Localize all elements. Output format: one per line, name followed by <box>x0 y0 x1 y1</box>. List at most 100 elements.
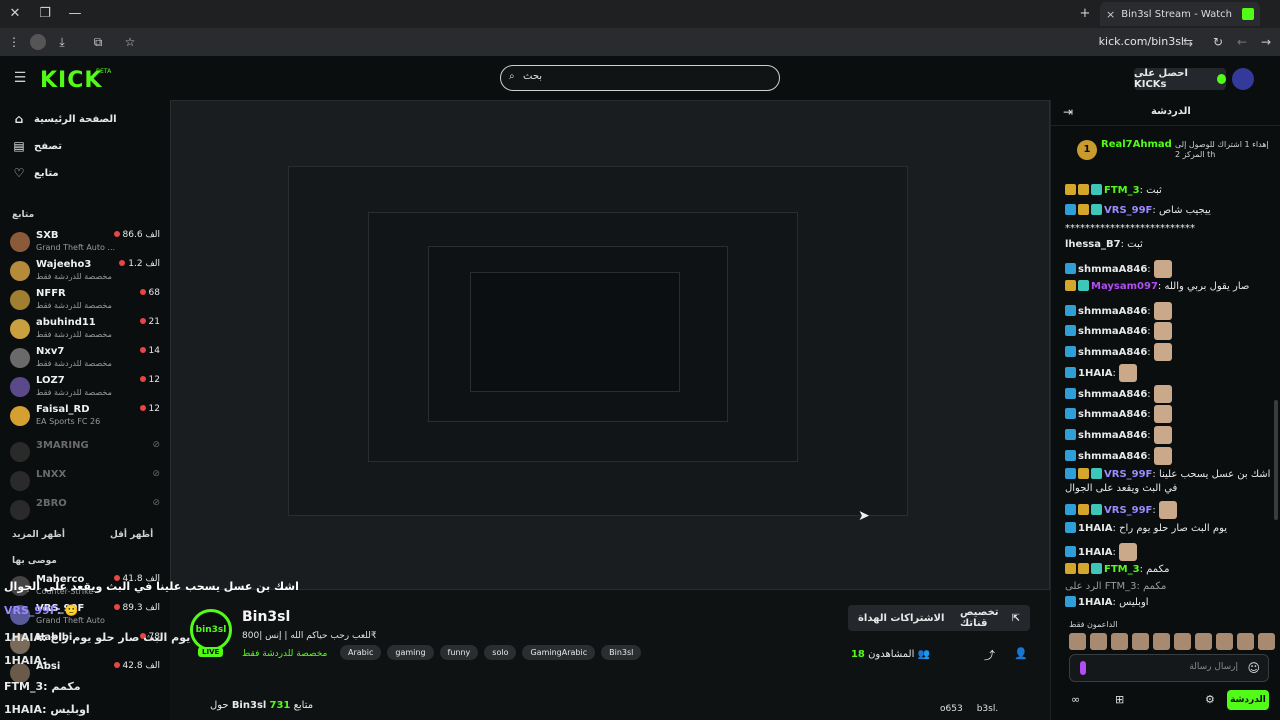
sidebar-channel-loz7[interactable]: LOZ7 مخصصة للدردشة فقط 12 <box>10 375 162 401</box>
close-window-icon[interactable]: ✕ <box>6 5 24 23</box>
tag-chip[interactable]: GamingArabic <box>522 645 596 660</box>
tag-chip[interactable]: Bin3sl <box>601 645 642 660</box>
extensions-icon[interactable]: ⧉ <box>90 34 106 50</box>
supporter-avatar[interactable] <box>1237 633 1254 650</box>
emote-image <box>1119 364 1138 382</box>
supporter-avatar[interactable] <box>1174 633 1191 650</box>
chat-username[interactable]: shmmaA846 <box>1078 264 1147 275</box>
chat-colon: : <box>1147 264 1154 275</box>
channel-category: Grand Theft Auto <box>36 616 105 625</box>
sidebar-channel-abuhind11[interactable]: abuhind11 مخصصة للدردشة فقط 21 <box>10 317 162 343</box>
emoji-icon[interactable]: ☺ <box>1247 661 1260 675</box>
channel-category: Grand Theft Auto ... <box>36 243 116 252</box>
chat-username[interactable]: shmmaA846 <box>1078 347 1147 358</box>
chat-username[interactable]: shmmaA846 <box>1078 430 1147 441</box>
chat-username[interactable]: VRS_99F <box>1104 505 1152 516</box>
back-icon[interactable]: → <box>1258 34 1274 50</box>
url-bar[interactable]: kick.com/bin3sl <box>1099 35 1184 48</box>
new-tab-button[interactable]: + <box>1076 5 1094 23</box>
gear-icon[interactable]: ⚙ <box>1205 693 1215 706</box>
tag-chip[interactable]: solo <box>484 645 517 660</box>
sidebar-channel-3maring[interactable]: 3MARING ⊘ <box>10 440 162 466</box>
sidebar-channel-nxv7[interactable]: Nxv7 مخصصة للدردشة فقط 14 <box>10 346 162 372</box>
chat-input[interactable]: إرسال رسالة ☺ <box>1069 654 1269 682</box>
show-more-button[interactable]: أظهر المزيد <box>12 530 65 540</box>
user-avatar[interactable] <box>1232 68 1254 90</box>
nav-home[interactable]: ⌂ الصفحة الرئيسية <box>12 112 117 126</box>
share-icon[interactable]: ⤴ <box>984 647 995 663</box>
tag-chip[interactable]: funny <box>439 645 479 660</box>
tab-close-icon[interactable]: × <box>1106 8 1115 21</box>
supporter-avatar[interactable] <box>1111 633 1128 650</box>
hamburger-menu-icon[interactable]: ☰ <box>12 70 28 86</box>
stream-player-area[interactable]: ➤ bin3sl LIVE Bin3sl للعب رحب حياكم الله… <box>170 100 1050 720</box>
sidebar-channel-lnxx[interactable]: LNXX ⊘ <box>10 469 162 495</box>
supporter-avatar[interactable] <box>1195 633 1212 650</box>
chat-badge-icon <box>1091 184 1102 195</box>
chat-username[interactable]: FTM_3 <box>1104 185 1140 196</box>
voice-icon[interactable] <box>1080 661 1086 675</box>
browser-tab[interactable]: × Bin3sl Stream - Watch Live on K <box>1100 2 1260 26</box>
sidebar-channel-faisal-rd[interactable]: Faisal_RD EA Sports FC 26 12 <box>10 404 162 430</box>
chat-badge-icon <box>1065 346 1076 357</box>
chat-username[interactable]: Maysam097 <box>1091 281 1158 292</box>
nav-following[interactable]: ♡ متابع <box>12 166 59 180</box>
gift-shop-icon[interactable]: ⊞ <box>1115 693 1124 706</box>
chat-username[interactable]: shmmaA846 <box>1078 306 1147 317</box>
follow-user-icon[interactable]: 👤 <box>1014 647 1028 660</box>
chat-username[interactable]: shmmaA846 <box>1078 326 1147 337</box>
tag-chip[interactable]: Arabic <box>340 645 382 660</box>
chat-username[interactable]: lhessa_B7 <box>1065 239 1121 250</box>
chat-username[interactable]: shmmaA846 <box>1078 409 1147 420</box>
get-kicks-button[interactable]: احصل على KICKs <box>1134 68 1226 90</box>
chat-username[interactable]: 1HAIA <box>1078 547 1113 558</box>
show-less-button[interactable]: أظهر أقل <box>110 530 153 540</box>
social-link[interactable]: b3sl. <box>977 704 999 714</box>
supporter-avatar[interactable] <box>1258 633 1275 650</box>
streamer-name[interactable]: Bin3sl <box>242 609 290 625</box>
supporter-avatar[interactable] <box>1090 633 1107 650</box>
social-stats: o653 b3sl. <box>940 704 998 714</box>
chat-send-button[interactable]: الدردشة <box>1227 690 1269 710</box>
sidebar-channel-wajeeho3[interactable]: Wajeeho3 مخصصة للدردشة فقط 1.2 الف <box>10 259 162 285</box>
streamer-avatar[interactable]: bin3sl <box>190 609 232 651</box>
download-icon[interactable]: ⤓ <box>54 34 70 50</box>
chat-badge-icon <box>1065 429 1076 440</box>
nav-browse[interactable]: ▤ تصفح <box>12 139 62 153</box>
pinned-username[interactable]: Real7Ahmad <box>1101 139 1172 150</box>
bookmark-star-icon[interactable]: ☆ <box>122 34 138 50</box>
supporter-avatar[interactable] <box>1216 633 1233 650</box>
sidebar-channel-2bro[interactable]: 2BRO ⊘ <box>10 498 162 524</box>
restore-window-icon[interactable]: ❐ <box>36 5 54 23</box>
supporter-avatar[interactable] <box>1069 633 1086 650</box>
supporter-avatar[interactable] <box>1132 633 1149 650</box>
chat-scrollbar[interactable] <box>1274 400 1278 520</box>
chat-username[interactable]: shmmaA846 <box>1078 389 1147 400</box>
social-link[interactable]: o653 <box>940 704 963 714</box>
chat-username[interactable]: shmmaA846 <box>1078 451 1147 462</box>
forward-icon[interactable]: ← <box>1234 34 1250 50</box>
chat-username[interactable]: 1HAIA <box>1078 368 1113 379</box>
chat-username[interactable]: 1HAIA <box>1078 597 1113 608</box>
customize-channel-button[interactable]: تخصيص قناتك ⇱ <box>950 605 1030 631</box>
profile-icon[interactable] <box>30 34 46 50</box>
supporter-avatar[interactable] <box>1153 633 1170 650</box>
sidebar-channel-nffr[interactable]: NFFR مخصصة للدردشة فقط 68 <box>10 288 162 314</box>
chat-settings-icon[interactable]: ∞ <box>1071 693 1080 706</box>
reload-icon[interactable]: ↻ <box>1210 34 1226 50</box>
chat-badge-icon <box>1091 563 1102 574</box>
stream-category[interactable]: مخصصة للدردشة فقط <box>242 649 327 659</box>
chat-username[interactable]: FTM_3 <box>1104 564 1140 575</box>
chat-username[interactable]: 1HAIA <box>1078 523 1113 534</box>
minimize-window-icon[interactable]: — <box>66 5 84 23</box>
chat-username[interactable]: VRS_99F <box>1104 469 1152 480</box>
collapse-chat-icon[interactable]: ⇥ <box>1063 105 1073 119</box>
chat-username[interactable]: VRS_99F <box>1104 205 1152 216</box>
search-input[interactable]: ⌕ بحث <box>500 65 780 91</box>
site-settings-icon[interactable]: ⇆ <box>1180 34 1196 50</box>
kick-logo[interactable]: KICK <box>40 68 102 93</box>
menu-dots-icon[interactable]: ⋮ <box>6 34 22 50</box>
emote-image <box>1153 405 1172 423</box>
sidebar-channel-sxb[interactable]: SXB Grand Theft Auto ... 86.6 الف <box>10 230 162 256</box>
tag-chip[interactable]: gaming <box>387 645 434 660</box>
